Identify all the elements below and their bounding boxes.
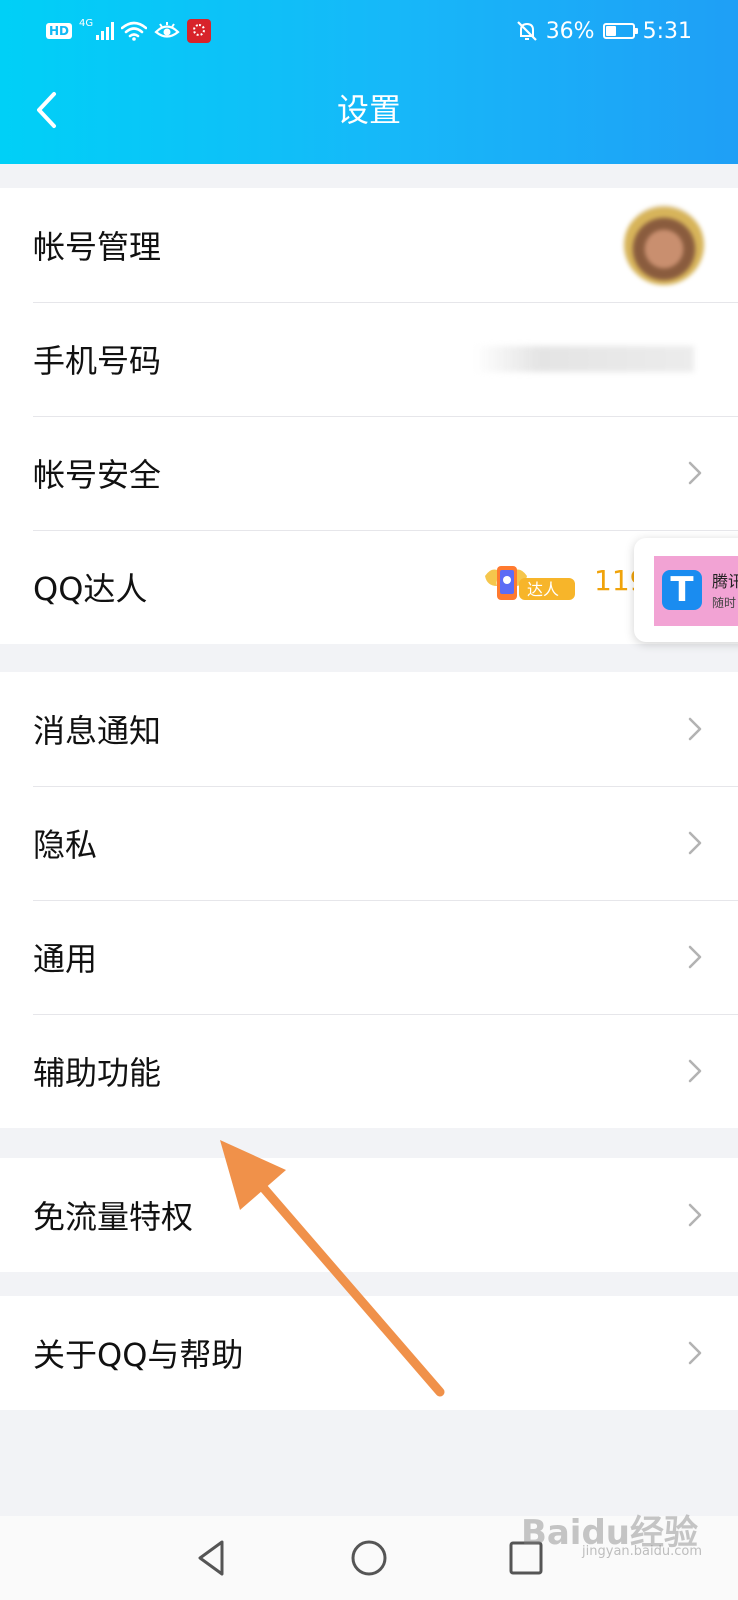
badge-label: 达人	[527, 580, 559, 599]
row-label: QQ达人	[33, 570, 148, 608]
row-label: 隐私	[33, 826, 98, 864]
row-privacy[interactable]: 隐私	[0, 786, 738, 900]
chevron-right-icon	[688, 1059, 702, 1083]
row-phone-number[interactable]: 手机号码	[0, 302, 738, 416]
qq-expert-badge-icon: 达人	[485, 566, 575, 600]
row-accessibility[interactable]: 辅助功能	[0, 1014, 738, 1128]
header-bar: HD 4G 36% 5:31 设置	[0, 0, 738, 164]
hd-icon: HD	[46, 23, 73, 39]
network-type: 4G	[79, 18, 94, 29]
popup-subtitle: 随时	[712, 596, 737, 610]
chevron-right-icon	[688, 1203, 702, 1227]
chevron-right-icon	[688, 831, 702, 855]
popup-content: T 腾讯 随时	[654, 556, 738, 626]
row-label: 免流量特权	[33, 1198, 194, 1236]
back-triangle-icon[interactable]	[190, 1534, 238, 1582]
row-label: 关于QQ与帮助	[33, 1336, 244, 1374]
chevron-right-icon	[688, 717, 702, 741]
watermark-url: jingyan.baidu.com	[582, 1544, 702, 1559]
page-title: 设置	[336, 91, 401, 129]
chevron-right-icon	[688, 945, 702, 969]
row-qq-expert[interactable]: QQ达人 达人 119	[0, 530, 738, 644]
row-label: 帐号管理	[33, 228, 162, 266]
chevron-right-icon	[688, 1341, 702, 1365]
row-label: 辅助功能	[33, 1054, 162, 1092]
battery-percent: 36%	[545, 18, 595, 44]
clock: 5:31	[642, 18, 692, 44]
popup-logo-icon: T	[662, 570, 702, 610]
row-free-data[interactable]: 免流量特权	[0, 1158, 738, 1272]
signal-icon	[96, 22, 115, 40]
chevron-right-icon	[688, 461, 702, 485]
row-label: 消息通知	[33, 712, 162, 750]
row-account-management[interactable]: 帐号管理	[0, 188, 738, 302]
wifi-icon	[121, 21, 148, 41]
row-label: 手机号码	[33, 342, 162, 380]
row-label: 通用	[33, 940, 98, 978]
eye-icon	[154, 22, 180, 38]
status-bar: HD 4G 36% 5:31	[0, 0, 738, 60]
settings-group-data-saver: 免流量特权	[0, 1158, 738, 1272]
row-general[interactable]: 通用	[0, 900, 738, 1014]
row-label: 帐号安全	[33, 456, 162, 494]
app-badge-icon	[187, 19, 212, 43]
row-account-security[interactable]: 帐号安全	[0, 416, 738, 530]
settings-group-account: 帐号管理 手机号码 帐号安全 QQ达人 达人 119	[0, 188, 738, 644]
status-right: 36% 5:31	[516, 16, 692, 46]
settings-group-about: 关于QQ与帮助	[0, 1296, 738, 1410]
status-left: HD 4G	[46, 18, 212, 44]
row-notifications[interactable]: 消息通知	[0, 672, 738, 786]
avatar[interactable]	[624, 205, 704, 285]
phone-number-redacted	[474, 346, 694, 372]
home-circle-icon[interactable]	[345, 1534, 393, 1582]
popup-title: 腾讯	[712, 572, 738, 591]
settings-group-general: 消息通知 隐私 通用 辅助功能	[0, 672, 738, 1128]
row-about-help[interactable]: 关于QQ与帮助	[0, 1296, 738, 1410]
battery-icon	[602, 23, 638, 39]
mute-bell-icon	[516, 21, 537, 41]
floating-popup[interactable]: T 腾讯 随时	[634, 538, 738, 642]
